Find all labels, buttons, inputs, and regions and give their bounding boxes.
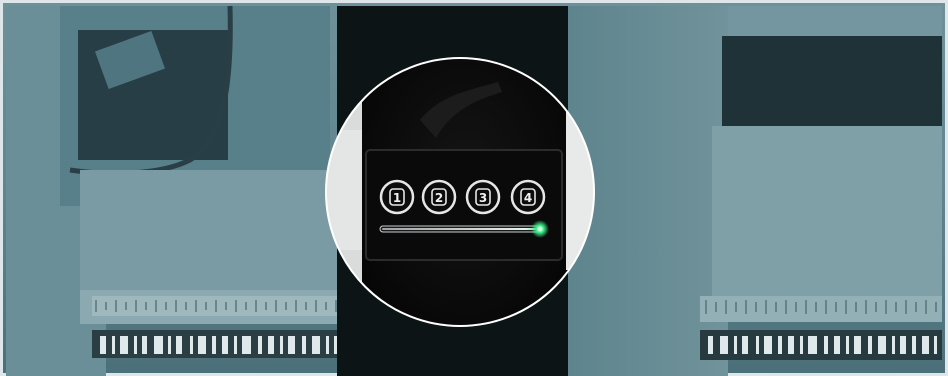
photo-frame: 1 2 3 4 <box>0 0 948 376</box>
keypad-button-1[interactable]: 1 <box>379 179 415 215</box>
keypad-label-1: 1 <box>393 191 401 205</box>
keypad-label-4: 4 <box>524 191 532 205</box>
status-led-icon <box>531 220 549 238</box>
right-machine-side <box>568 6 942 376</box>
keypad-button-3[interactable]: 3 <box>465 179 501 215</box>
keypad-button-2[interactable]: 2 <box>421 179 457 215</box>
left-machine-side <box>6 5 365 376</box>
machine-photo: 1 2 3 4 <box>0 0 948 376</box>
keypad-label-3: 3 <box>479 191 487 205</box>
touch-slider[interactable] <box>379 225 543 233</box>
keypad-button-4[interactable]: 4 <box>510 179 546 215</box>
keypad-label-2: 2 <box>435 191 443 205</box>
